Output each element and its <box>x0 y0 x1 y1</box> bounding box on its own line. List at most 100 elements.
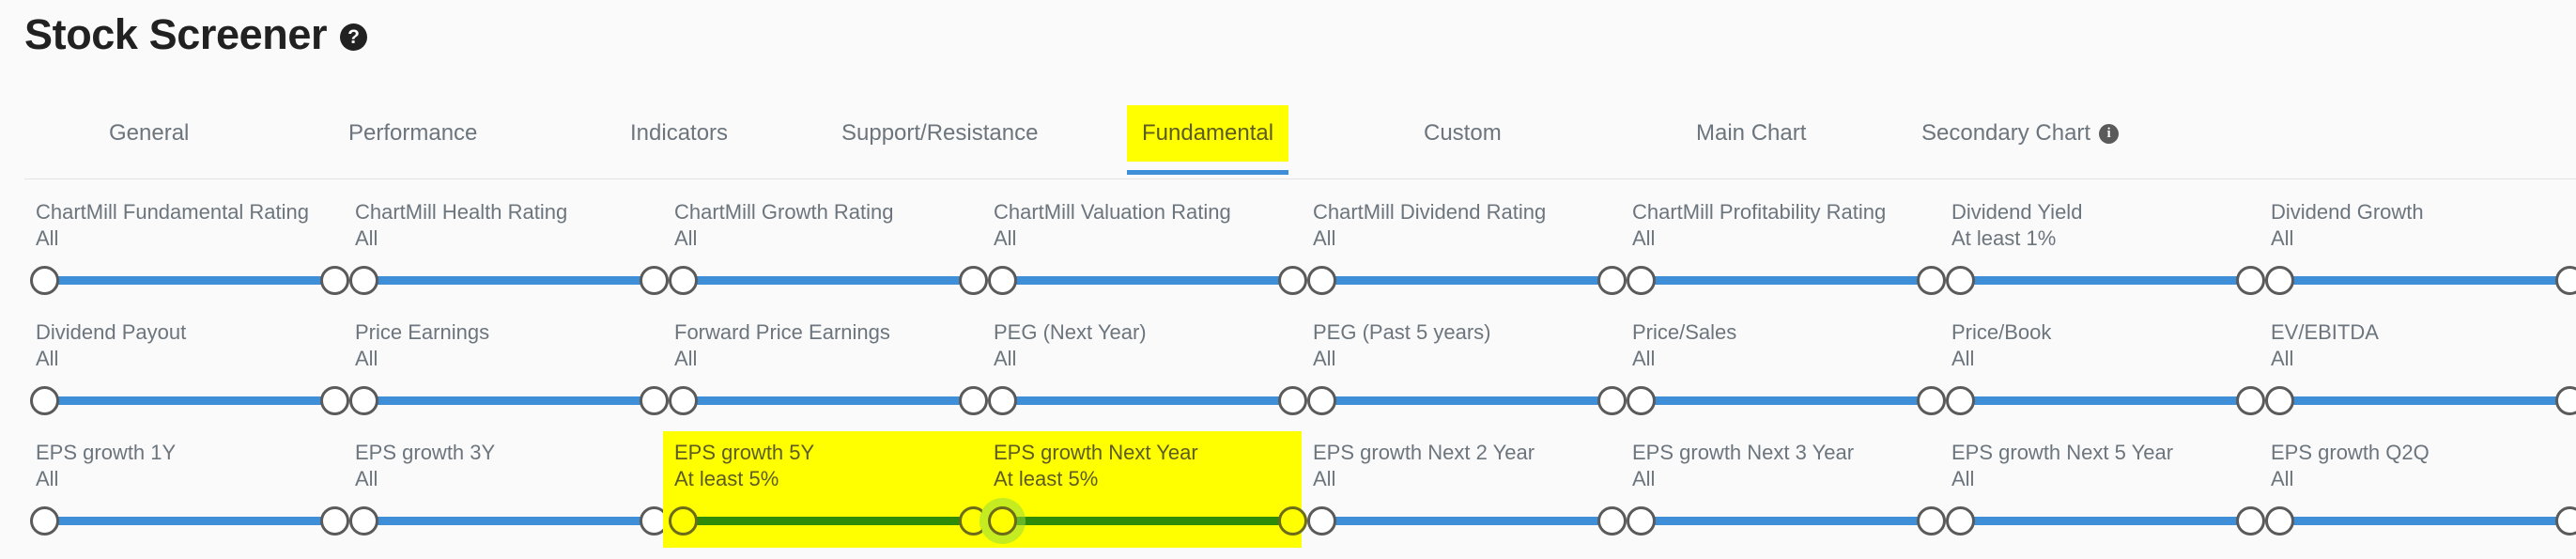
range-slider-price-earnings[interactable] <box>349 384 669 416</box>
filter-eps-growth-3y[interactable]: EPS growth 3Y All <box>344 431 669 548</box>
slider-handle-min[interactable] <box>1307 266 1336 295</box>
slider-handle-min[interactable] <box>1946 506 1975 536</box>
range-slider-chartmill-valuation-rating[interactable] <box>988 264 1307 296</box>
slider-handle-max[interactable] <box>2555 506 2576 536</box>
tab-performance[interactable]: Performance <box>333 105 492 162</box>
filter-eps-growth-next-3-year[interactable]: EPS growth Next 3 Year All <box>1621 431 1946 548</box>
filter-chartmill-valuation-rating[interactable]: ChartMill Valuation Rating All <box>982 191 1307 307</box>
range-slider-eps-growth-next-3-year[interactable] <box>1627 505 1946 536</box>
slider-handle-min[interactable] <box>30 506 59 536</box>
tab-support-resistance[interactable]: Support/Resistance <box>826 105 1053 162</box>
range-slider-eps-growth-5y[interactable] <box>669 505 988 536</box>
slider-handle-max[interactable] <box>2555 266 2576 295</box>
range-slider-eps-growth-next-5-year[interactable] <box>1946 505 2265 536</box>
range-slider-chartmill-dividend-rating[interactable] <box>1307 264 1627 296</box>
range-slider-peg-next-year[interactable] <box>988 384 1307 416</box>
filter-value: All <box>355 467 378 490</box>
filter-peg-next-year[interactable]: PEG (Next Year) All <box>982 311 1307 427</box>
filter-eps-growth-q2q[interactable]: EPS growth Q2Q All <box>2260 431 2576 548</box>
range-slider-price-book[interactable] <box>1946 384 2265 416</box>
range-slider-eps-growth-next-2-year[interactable] <box>1307 505 1627 536</box>
filter-forward-price-earnings[interactable]: Forward Price Earnings All <box>663 311 988 427</box>
range-slider-eps-growth-1y[interactable] <box>30 505 349 536</box>
filter-chartmill-health-rating[interactable]: ChartMill Health Rating All <box>344 191 669 307</box>
range-slider-dividend-growth[interactable] <box>2265 264 2576 296</box>
range-slider-peg-past-5-years[interactable] <box>1307 384 1627 416</box>
slider-handle-min[interactable] <box>349 506 378 536</box>
slider-track-fill <box>2284 276 2566 285</box>
slider-handle-min[interactable] <box>1946 386 1975 415</box>
filter-dividend-yield[interactable]: Dividend Yield At least 1% <box>1940 191 2265 307</box>
range-slider-eps-growth-3y[interactable] <box>349 505 669 536</box>
range-slider-chartmill-growth-rating[interactable] <box>669 264 988 296</box>
slider-track-fill <box>1965 517 2246 525</box>
tab-general[interactable]: General <box>94 105 204 162</box>
tab-fundamental[interactable]: Fundamental <box>1127 105 1289 175</box>
filter-dividend-payout[interactable]: Dividend Payout All <box>24 311 349 427</box>
tab-secondary-chart[interactable]: Secondary Chart i <box>1906 105 2134 162</box>
slider-handle-min[interactable] <box>669 506 698 536</box>
tab-indicators[interactable]: Indicators <box>615 105 743 162</box>
range-slider-dividend-yield[interactable] <box>1946 264 2265 296</box>
filter-price-earnings[interactable]: Price Earnings All <box>344 311 669 427</box>
filter-label: EPS growth 3Y <box>355 441 496 464</box>
range-slider-chartmill-health-rating[interactable] <box>349 264 669 296</box>
filter-eps-growth-next-2-year[interactable]: EPS growth Next 2 Year All <box>1302 431 1627 548</box>
range-slider-eps-growth-next-year[interactable] <box>988 505 1307 536</box>
filter-label: ChartMill Profitability Rating <box>1632 200 1887 224</box>
slider-track-fill <box>1965 276 2246 285</box>
slider-handle-max[interactable] <box>2555 386 2576 415</box>
slider-handle-min[interactable] <box>988 506 1017 536</box>
filter-chartmill-growth-rating[interactable]: ChartMill Growth Rating All <box>663 191 988 307</box>
tab-label: Support/Resistance <box>841 120 1039 146</box>
slider-handle-min[interactable] <box>1307 506 1336 536</box>
tab-main-chart[interactable]: Main Chart <box>1681 105 1821 162</box>
page-title: Stock Screener <box>24 10 328 58</box>
range-slider-forward-price-earnings[interactable] <box>669 384 988 416</box>
filter-eps-growth-1y[interactable]: EPS growth 1Y All <box>24 431 349 548</box>
filter-chartmill-fundamental-rating[interactable]: ChartMill Fundamental Rating All <box>24 191 349 307</box>
filter-label: EPS growth Q2Q <box>2271 441 2429 464</box>
filter-eps-growth-5y[interactable]: EPS growth 5Y At least 5% <box>663 431 988 548</box>
slider-handle-min[interactable] <box>2265 266 2294 295</box>
slider-handle-min[interactable] <box>669 266 698 295</box>
tab-label: Fundamental <box>1142 120 1274 146</box>
info-circle-icon[interactable]: i <box>2099 123 2120 144</box>
range-slider-dividend-payout[interactable] <box>30 384 349 416</box>
filter-label: Dividend Payout <box>36 320 187 344</box>
filter-dividend-growth[interactable]: Dividend Growth All <box>2260 191 2576 307</box>
filter-eps-growth-next-5-year[interactable]: EPS growth Next 5 Year All <box>1940 431 2265 548</box>
range-slider-price-sales[interactable] <box>1627 384 1946 416</box>
range-slider-eps-growth-q2q[interactable] <box>2265 505 2576 536</box>
filter-price-book[interactable]: Price/Book All <box>1940 311 2265 427</box>
slider-handle-min[interactable] <box>669 386 698 415</box>
slider-handle-min[interactable] <box>1627 506 1656 536</box>
slider-handle-min[interactable] <box>30 266 59 295</box>
slider-handle-min[interactable] <box>1627 266 1656 295</box>
filter-eps-growth-next-year[interactable]: EPS growth Next Year At least 5% <box>982 431 1307 548</box>
slider-handle-min[interactable] <box>988 386 1017 415</box>
help-circle-icon[interactable]: ? <box>340 23 368 51</box>
slider-handle-min[interactable] <box>349 386 378 415</box>
slider-handle-min[interactable] <box>1627 386 1656 415</box>
slider-handle-min[interactable] <box>1307 386 1336 415</box>
filter-ev-ebitda[interactable]: EV/EBITDA All <box>2260 311 2576 427</box>
slider-handle-min[interactable] <box>30 386 59 415</box>
filter-chartmill-profitability-rating[interactable]: ChartMill Profitability Rating All <box>1621 191 1946 307</box>
filter-label: EPS growth Next 3 Year <box>1632 441 1855 464</box>
slider-handle-min[interactable] <box>988 266 1017 295</box>
filter-price-sales[interactable]: Price/Sales All <box>1621 311 1946 427</box>
slider-handle-min[interactable] <box>2265 506 2294 536</box>
filter-chartmill-dividend-rating[interactable]: ChartMill Dividend Rating All <box>1302 191 1627 307</box>
range-slider-ev-ebitda[interactable] <box>2265 384 2576 416</box>
filter-label: Dividend Yield <box>1951 200 2083 224</box>
filter-label: EPS growth 1Y <box>36 441 177 464</box>
range-slider-chartmill-fundamental-rating[interactable] <box>30 264 349 296</box>
slider-handle-min[interactable] <box>349 266 378 295</box>
filter-peg-past-5-years[interactable]: PEG (Past 5 years) All <box>1302 311 1627 427</box>
range-slider-chartmill-profitability-rating[interactable] <box>1627 264 1946 296</box>
filter-value: All <box>994 226 1017 250</box>
slider-handle-min[interactable] <box>2265 386 2294 415</box>
tab-custom[interactable]: Custom <box>1409 105 1517 162</box>
slider-handle-min[interactable] <box>1946 266 1975 295</box>
